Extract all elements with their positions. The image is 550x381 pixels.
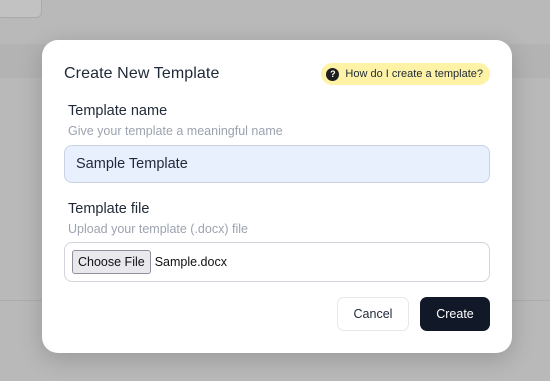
cancel-button[interactable]: Cancel xyxy=(337,297,409,331)
template-file-input[interactable]: Choose File Sample.docx xyxy=(64,242,490,282)
selected-file-name: Sample.docx xyxy=(154,255,227,269)
template-name-label: Template name xyxy=(68,103,168,119)
dialog-title: Create New Template xyxy=(64,65,220,82)
question-circle-icon: ? xyxy=(326,67,340,81)
choose-file-button[interactable]: Choose File xyxy=(72,250,151,274)
template-file-label: Template file xyxy=(68,201,150,217)
template-name-hint: Give your template a meaningful name xyxy=(68,124,283,138)
help-link[interactable]: ? How do I create a template? xyxy=(321,63,490,85)
template-name-input[interactable] xyxy=(64,145,490,183)
create-template-dialog: Create New Template ? How do I create a … xyxy=(42,40,512,353)
create-button[interactable]: Create xyxy=(420,297,490,331)
help-link-label: How do I create a template? xyxy=(345,68,483,80)
background-card xyxy=(0,0,42,18)
template-file-hint: Upload your template (.docx) file xyxy=(68,222,248,236)
